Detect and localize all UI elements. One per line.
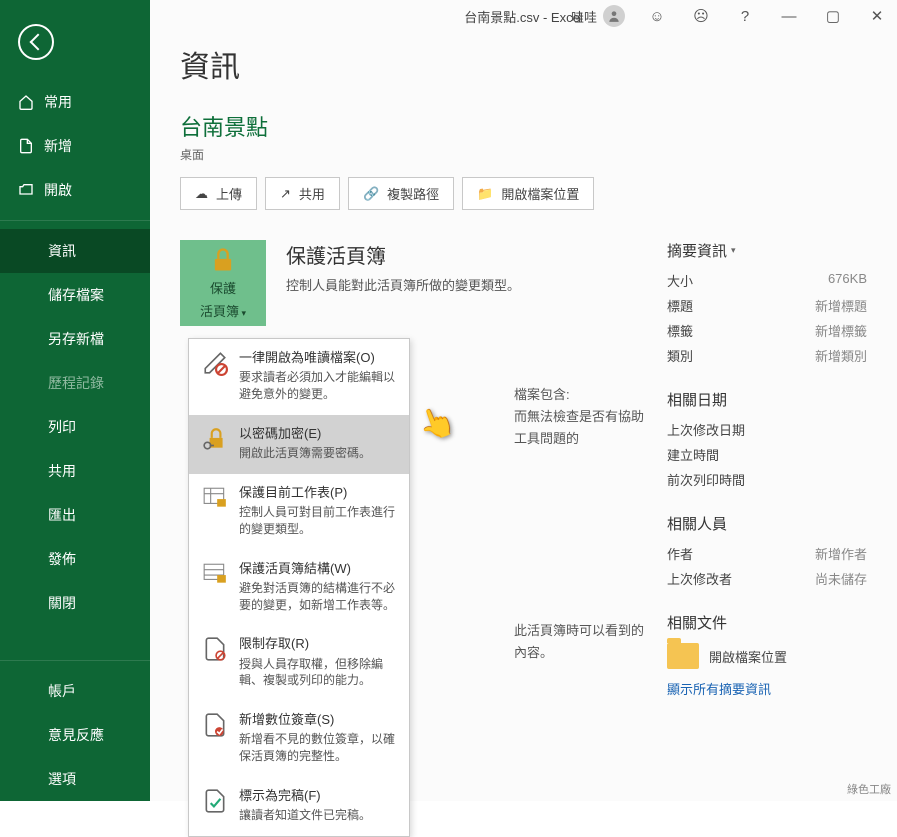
nav-export[interactable]: 匯出	[0, 493, 150, 537]
frown-icon[interactable]: ☹	[681, 0, 721, 32]
nav-share[interactable]: 共用	[0, 449, 150, 493]
nav-publish[interactable]: 發佈	[0, 537, 150, 581]
menu-encrypt-password[interactable]: 以密碼加密(E)開啟此活頁簿需要密碼。	[189, 415, 409, 474]
menu-restrict-access[interactable]: 限制存取(R)授與人員存取權，但移除編輯、複製或列印的能力。	[189, 625, 409, 701]
smile-icon[interactable]: ☺	[637, 0, 677, 32]
menu-mark-final[interactable]: 標示為完稿(F)讓讀者知道文件已完稿。	[189, 777, 409, 836]
nav-history[interactable]: 歷程記錄	[0, 361, 150, 405]
menu-protect-sheet[interactable]: 保護目前工作表(P)控制人員可對目前工作表進行的變更類型。	[189, 474, 409, 550]
title-bar: 台南景點.csv - Excel 哇哇 ☺ ☹ ? — ▢ ✕	[150, 0, 897, 32]
link-icon: 🔗	[363, 186, 379, 202]
restrict-icon	[201, 635, 229, 663]
nav-new[interactable]: 新增	[0, 124, 150, 168]
page-heading: 資訊	[180, 42, 867, 86]
document-location: 桌面	[180, 146, 867, 163]
backstage-sidebar: 常用 新增 開啟 資訊 儲存檔案 另存新檔 歷程記錄 列印 共用 匯出 發佈 關…	[0, 0, 150, 801]
add-author[interactable]: 新增作者	[815, 544, 867, 563]
manage-partial: 此活頁簿時可以看到的內容。	[394, 620, 647, 664]
nav-options[interactable]: 選項	[0, 757, 150, 801]
chevron-down-icon: ▾	[731, 245, 736, 256]
signature-icon	[201, 711, 229, 739]
back-button[interactable]	[18, 24, 54, 60]
add-tags[interactable]: 新增標籤	[815, 321, 867, 340]
user-account[interactable]: 哇哇	[563, 5, 633, 27]
sheet-lock-icon	[201, 484, 229, 512]
info-toolbar: ☁上傳 ↗共用 🔗複製路徑 📁開啟檔案位置	[180, 177, 867, 210]
menu-protect-structure[interactable]: 保護活頁簿結構(W)避免對活頁簿的結構進行不必要的變更，如新增工作表等。	[189, 550, 409, 626]
nav-home[interactable]: 常用	[0, 80, 150, 124]
close-button[interactable]: ✕	[857, 0, 897, 32]
folder-icon	[667, 643, 699, 669]
open-file-location[interactable]: 開啟檔案位置	[667, 643, 867, 669]
protect-title: 保護活頁簿	[286, 240, 647, 269]
structure-lock-icon	[201, 560, 229, 588]
nav-save[interactable]: 儲存檔案	[0, 273, 150, 317]
watermark: 綠色工廠	[847, 781, 891, 797]
add-category[interactable]: 新增類別	[815, 346, 867, 365]
new-icon	[18, 138, 34, 154]
properties-heading[interactable]: 摘要資訊▾	[667, 240, 867, 261]
minimize-button[interactable]: —	[769, 0, 809, 32]
copy-path-button[interactable]: 🔗複製路徑	[348, 177, 454, 210]
encrypt-icon	[201, 425, 229, 453]
open-icon	[18, 182, 34, 198]
nav-saveas[interactable]: 另存新檔	[0, 317, 150, 361]
cloud-icon: ☁	[195, 186, 208, 202]
document-title: 台南景點	[180, 110, 867, 142]
open-location-button[interactable]: 📁開啟檔案位置	[462, 177, 594, 210]
share-button[interactable]: ↗共用	[265, 177, 340, 210]
nav-info[interactable]: 資訊	[0, 229, 150, 273]
help-icon[interactable]: ?	[725, 0, 765, 32]
nav-account[interactable]: 帳戶	[0, 669, 150, 713]
avatar	[603, 5, 625, 27]
properties-panel: 摘要資訊▾ 大小676KB 標題新增標題 標籤新增標籤 類別新增類別 相關日期 …	[667, 240, 867, 698]
show-all-properties[interactable]: 顯示所有摘要資訊	[667, 679, 867, 698]
protect-desc: 控制人員能對此活頁簿所做的變更類型。	[286, 275, 647, 294]
nav-close[interactable]: 關閉	[0, 581, 150, 625]
share-icon: ↗	[280, 186, 291, 202]
lock-icon	[209, 246, 237, 274]
add-title[interactable]: 新增標題	[815, 296, 867, 315]
protect-workbook-menu: 一律開啟為唯讀檔案(O)要求讀者必須加入才能編輯以避免意外的變更。 以密碼加密(…	[188, 338, 410, 837]
nav-feedback[interactable]: 意見反應	[0, 713, 150, 757]
nav-print[interactable]: 列印	[0, 405, 150, 449]
upload-button[interactable]: ☁上傳	[180, 177, 257, 210]
folder-icon: 📁	[477, 186, 493, 202]
nav-open[interactable]: 開啟	[0, 168, 150, 212]
menu-readonly[interactable]: 一律開啟為唯讀檔案(O)要求讀者必須加入才能編輯以避免意外的變更。	[189, 339, 409, 415]
menu-digital-signature[interactable]: 新增數位簽章(S)新增看不見的數位簽章，以確保活頁簿的完整性。	[189, 701, 409, 777]
home-icon	[18, 94, 34, 110]
protect-workbook-button[interactable]: 保護 活頁簿 ▾	[180, 240, 266, 326]
chevron-down-icon: ▾	[239, 308, 246, 318]
maximize-button[interactable]: ▢	[813, 0, 853, 32]
readonly-icon	[201, 349, 229, 377]
